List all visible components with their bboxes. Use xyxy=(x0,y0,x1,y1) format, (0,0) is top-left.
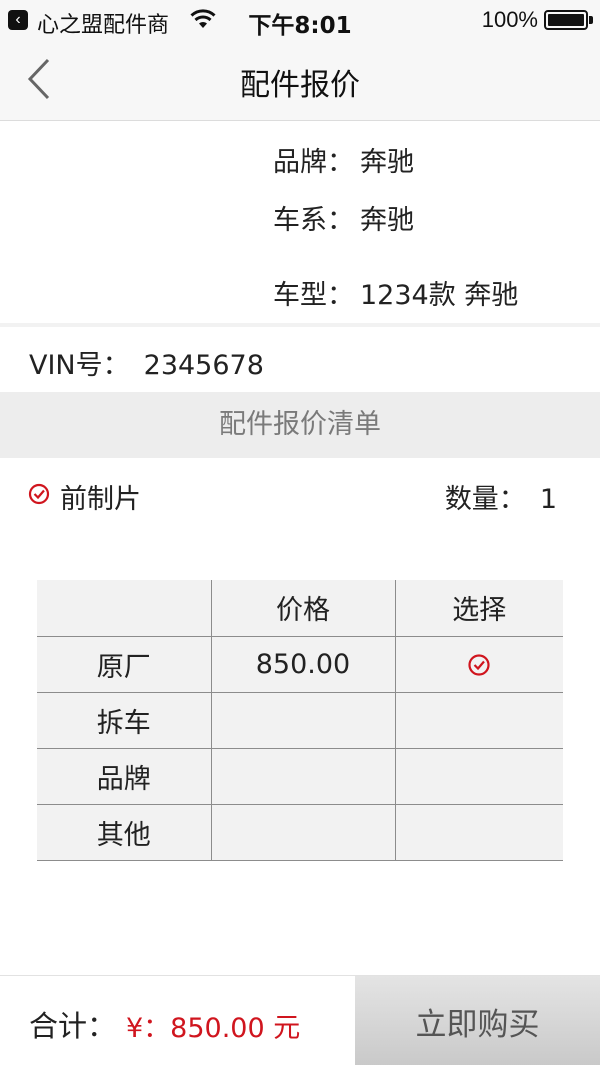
part-name: 前制片 xyxy=(60,484,141,515)
model-value: 1234款 奔驰 xyxy=(360,280,519,311)
row-select-cell[interactable] xyxy=(394,748,563,805)
table-header-row: 价格 选择 xyxy=(37,580,563,637)
check-circle-icon[interactable] xyxy=(28,483,50,505)
nav-bar: 配件报价 xyxy=(0,40,600,121)
brand-label: 品牌： xyxy=(273,147,354,178)
header-price: 价格 xyxy=(210,580,396,637)
row-type: 其他 xyxy=(37,804,212,861)
row-type: 原厂 xyxy=(37,636,212,693)
status-bar: ‹ 心之盟配件商 下午8:01 100% xyxy=(0,0,600,40)
vin-label: VIN号： xyxy=(29,350,130,381)
row-select-cell[interactable] xyxy=(394,692,563,749)
series-row: 车系： 奔驰 xyxy=(273,198,414,237)
bottom-bar: 合计： ¥：850.00 元 立即购买 xyxy=(0,975,600,1065)
header-select: 选择 xyxy=(394,580,563,637)
part-quantity: 数量： 1 xyxy=(445,477,557,516)
row-price xyxy=(210,804,396,861)
row-select-cell[interactable] xyxy=(394,804,563,861)
row-type: 拆车 xyxy=(37,692,212,749)
battery-nub xyxy=(589,16,593,24)
quantity-value: 1 xyxy=(539,484,557,515)
total-value: ¥：850.00 元 xyxy=(126,1013,301,1044)
battery-percent: 100% xyxy=(481,7,538,32)
quantity-label: 数量： xyxy=(444,484,526,515)
table-row[interactable]: 其他 xyxy=(37,804,563,861)
brand-row: 品牌： 奔驰 xyxy=(273,140,414,179)
model-row: 车型： 1234款 奔驰 xyxy=(273,273,518,312)
table-row[interactable]: 拆车 xyxy=(37,692,563,749)
header-type xyxy=(37,580,212,637)
vin-value: 2345678 xyxy=(143,350,264,381)
divider xyxy=(0,323,600,327)
buy-now-button[interactable]: 立即购买 xyxy=(355,976,600,1065)
table-row[interactable]: 品牌 xyxy=(37,748,563,805)
check-circle-icon[interactable] xyxy=(467,653,491,677)
series-value: 奔驰 xyxy=(360,205,414,236)
row-price: 850.00 xyxy=(210,636,396,693)
part-row[interactable]: 前制片 数量： 1 xyxy=(0,475,600,515)
vin-row: VIN号： 2345678 xyxy=(29,343,264,382)
row-select-cell[interactable] xyxy=(394,636,563,693)
row-price xyxy=(210,748,396,805)
row-type: 品牌 xyxy=(37,748,212,805)
row-price xyxy=(210,692,396,749)
page-title: 配件报价 xyxy=(240,68,360,103)
total-label: 合计： xyxy=(29,1009,117,1043)
table-row[interactable]: 原厂 850.00 xyxy=(37,636,563,693)
quote-table: 价格 选择 原厂 850.00 拆车 品牌 其他 xyxy=(37,580,563,861)
brand-value: 奔驰 xyxy=(360,147,414,178)
battery-icon xyxy=(544,10,588,30)
section-header: 配件报价清单 xyxy=(0,392,600,458)
series-label: 车系： xyxy=(273,205,354,236)
model-label: 车型： xyxy=(273,280,354,311)
